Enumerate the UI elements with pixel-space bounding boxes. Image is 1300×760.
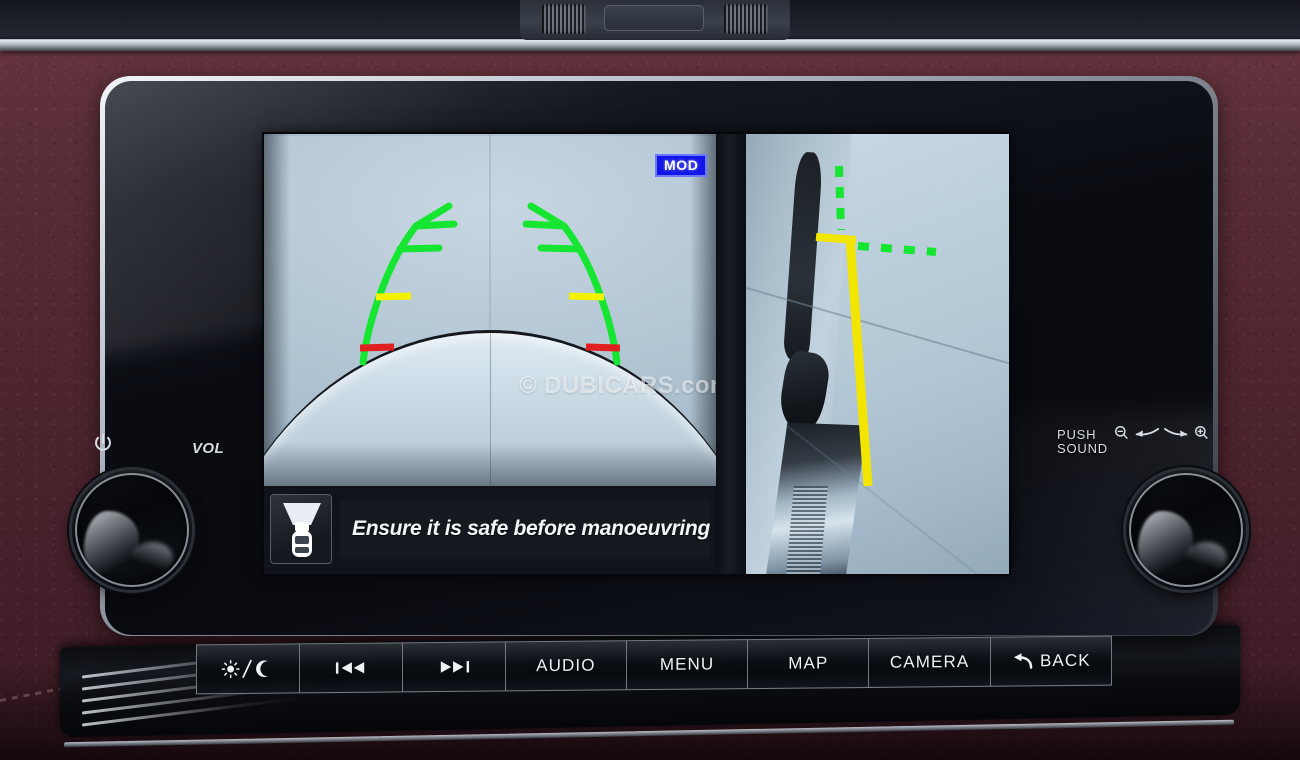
tune-sound-knob[interactable] — [1126, 470, 1246, 590]
guide-right-green-tick-mid — [537, 244, 584, 253]
menu-label: MENU — [659, 654, 715, 674]
guide-right-red-marker — [585, 343, 621, 352]
defroster-vent — [520, 0, 790, 40]
previous-track-button[interactable] — [298, 642, 402, 694]
push-sound-label-group: PUSH SOUND — [1057, 427, 1108, 457]
car-camera-cone-icon — [270, 494, 332, 564]
back-label: BACK — [1039, 650, 1091, 671]
next-track-button[interactable] — [401, 641, 505, 693]
guide-left-red-marker — [359, 343, 395, 352]
knob-reflection-secondary — [1186, 542, 1227, 574]
audio-button[interactable]: AUDIO — [504, 640, 626, 692]
volume-power-knob[interactable] — [72, 470, 192, 590]
menu-button[interactable]: MENU — [625, 639, 748, 691]
knob-reflection-secondary — [132, 542, 173, 574]
arrow-right-icon[interactable] — [1163, 425, 1190, 440]
warning-message-text: Ensure it is safe before manoeuvring. — [340, 499, 710, 559]
sound-label: SOUND — [1057, 441, 1108, 457]
previous-track-icon — [335, 660, 367, 676]
upper-chrome-trim — [0, 40, 1300, 51]
vol-label: VOL — [192, 440, 225, 457]
knob-reflection — [84, 510, 140, 578]
vent-center-plate — [604, 5, 704, 31]
side-guide-overlay — [815, 165, 937, 487]
rear-camera-view[interactable]: MOD — [264, 134, 716, 486]
side-guide-yellow-vertical — [845, 237, 873, 487]
zoom-in-icon[interactable] — [1193, 424, 1210, 441]
audio-label: AUDIO — [536, 655, 596, 676]
back-arrow-icon — [1011, 652, 1034, 671]
sun-moon-icon — [221, 658, 275, 681]
mod-badge: MOD — [655, 154, 708, 177]
guide-left-green-path — [359, 202, 453, 366]
infotainment-display[interactable]: MOD © DUBICARS.com Ensure it is safe bef… — [264, 134, 1009, 574]
zoom-out-icon[interactable] — [1113, 424, 1130, 441]
zoom-control-icons[interactable] — [1113, 424, 1210, 441]
side-guide-green-vertical — [835, 165, 845, 231]
side-camera-view[interactable] — [746, 134, 1009, 574]
arrow-left-icon[interactable] — [1133, 425, 1160, 440]
vent-slats-left — [542, 4, 586, 34]
parking-guide-overlay — [359, 202, 621, 366]
vent-slats-right — [724, 4, 768, 34]
guide-right-yellow-marker — [568, 292, 605, 301]
daynight-button[interactable] — [196, 643, 299, 695]
power-icon[interactable] — [92, 432, 114, 454]
knob-reflection — [1138, 510, 1194, 578]
camera-pane-divider — [716, 134, 746, 574]
camera-button[interactable]: CAMERA — [868, 636, 990, 688]
warning-message-bar: Ensure it is safe before manoeuvring. — [270, 492, 710, 566]
map-button[interactable]: MAP — [747, 637, 869, 690]
guide-left-yellow-marker — [375, 292, 412, 301]
guide-right-green-tick-far — [522, 220, 568, 230]
back-button[interactable]: BACK — [989, 635, 1112, 687]
camera-label: CAMERA — [889, 651, 970, 672]
guide-left-green-tick-far — [412, 220, 458, 230]
next-track-icon — [438, 659, 470, 675]
hard-key-row: AUDIO MENU MAP CAMERA BACK — [196, 635, 1112, 695]
map-label: MAP — [788, 653, 829, 673]
side-guide-green-horizontal — [857, 242, 937, 256]
guide-right-green-path — [527, 202, 621, 366]
push-label: PUSH — [1057, 427, 1097, 442]
guide-left-green-tick-mid — [396, 244, 443, 253]
